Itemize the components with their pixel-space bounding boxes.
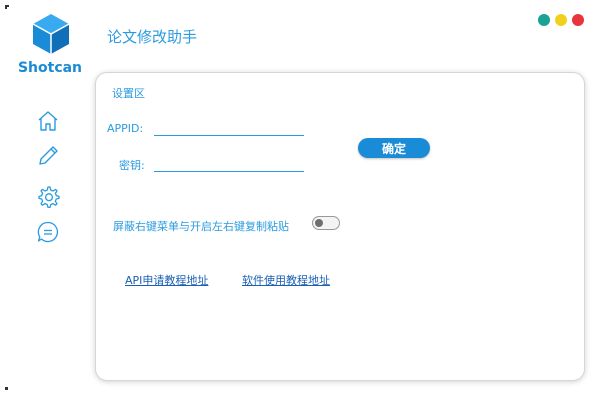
- home-icon[interactable]: [35, 108, 61, 134]
- cube-logo-icon: [31, 12, 71, 56]
- pencil-icon[interactable]: [35, 143, 61, 169]
- api-tutorial-link[interactable]: API申请教程地址: [125, 272, 208, 288]
- gear-icon[interactable]: [35, 184, 61, 210]
- minimize-dot-button[interactable]: [538, 14, 550, 26]
- sidebar: Shotcan: [0, 0, 96, 394]
- appid-input[interactable]: [154, 115, 304, 136]
- brand-name: Shotcan: [17, 60, 83, 76]
- chat-icon[interactable]: [35, 219, 61, 245]
- toggle-label: 屏蔽右键菜单与开启左右键复制粘贴: [113, 220, 289, 233]
- maximize-dot-button[interactable]: [555, 14, 567, 26]
- close-dot-button[interactable]: [572, 14, 584, 26]
- confirm-button[interactable]: 确定: [358, 138, 430, 158]
- context-menu-toggle[interactable]: [312, 216, 340, 230]
- app-title: 论文修改助手: [107, 28, 198, 46]
- window-controls: [538, 14, 584, 26]
- appid-label: APPID:: [107, 122, 144, 135]
- usage-tutorial-link[interactable]: 软件使用教程地址: [242, 272, 330, 288]
- toggle-knob: [315, 219, 323, 227]
- section-label: 设置区: [112, 87, 145, 100]
- settings-panel: 设置区 APPID: 密钥: 确定 屏蔽右键菜单与开启左右键复制粘贴 API申请…: [95, 72, 585, 381]
- key-input[interactable]: [154, 151, 304, 172]
- key-label: 密钥:: [119, 159, 145, 172]
